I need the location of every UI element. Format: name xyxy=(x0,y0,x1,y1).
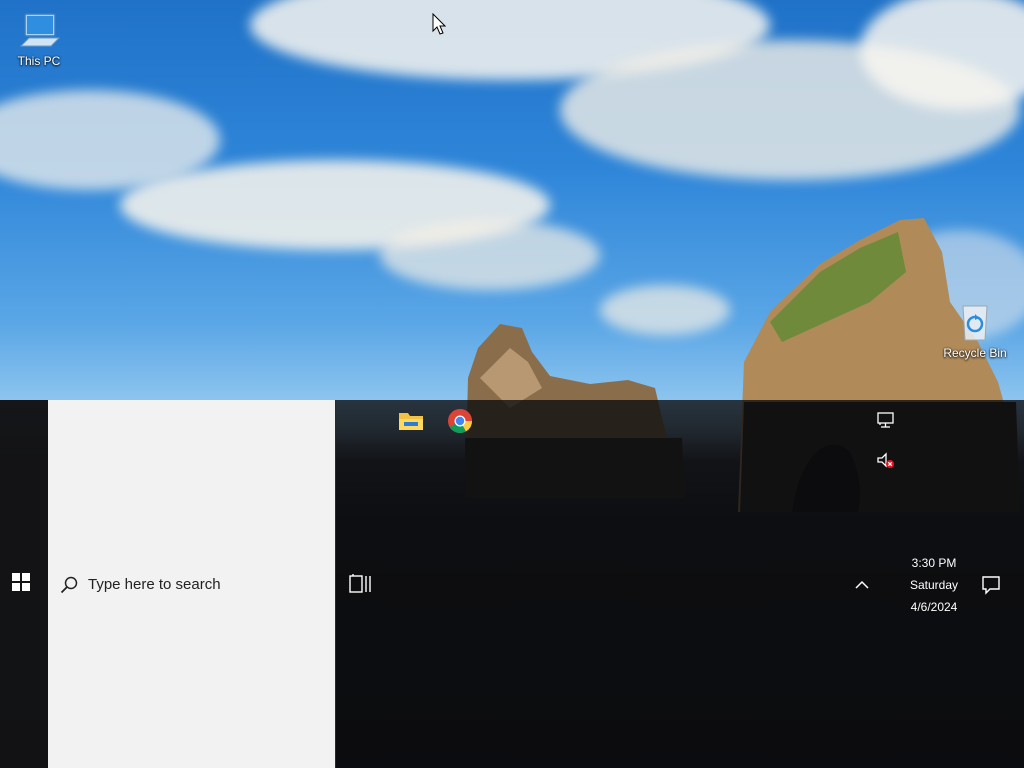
chevron-up-icon[interactable] xyxy=(852,575,872,595)
chrome-button[interactable] xyxy=(447,408,473,434)
start-button[interactable] xyxy=(12,573,36,597)
network-icon[interactable] xyxy=(876,411,896,429)
windows-logo-icon xyxy=(12,573,20,581)
taskbar: Type here to search 3:30 PM Saturday 4/6… xyxy=(0,400,1024,768)
action-center-icon[interactable] xyxy=(980,574,1002,596)
task-view-button[interactable] xyxy=(348,573,372,595)
clock[interactable]: 3:30 PM Saturday 4/6/2024 xyxy=(896,552,972,618)
volume-muted-icon[interactable] xyxy=(876,452,896,470)
start-area xyxy=(0,400,48,768)
search-icon xyxy=(60,576,78,594)
file-explorer-button[interactable] xyxy=(398,408,424,432)
clock-day: Saturday xyxy=(909,578,959,592)
search-placeholder: Type here to search xyxy=(88,576,221,593)
clock-time: 3:30 PM xyxy=(911,556,957,570)
search-box[interactable]: Type here to search xyxy=(48,400,336,768)
desktop-icon-label: This PC xyxy=(17,54,61,68)
desktop-icon-recycle-bin[interactable]: Recycle Bin xyxy=(937,300,1013,360)
desktop-screen: This PC Recycle Bin Type here to search … xyxy=(0,0,1024,768)
desktop-icon-label: Recycle Bin xyxy=(943,346,1007,360)
mouse-pointer-icon xyxy=(432,13,446,35)
computer-icon xyxy=(19,13,61,47)
clock-date: 4/6/2024 xyxy=(910,600,958,614)
desktop-icon-this-pc[interactable]: This PC xyxy=(1,8,77,68)
recycle-bin-icon xyxy=(962,305,988,341)
